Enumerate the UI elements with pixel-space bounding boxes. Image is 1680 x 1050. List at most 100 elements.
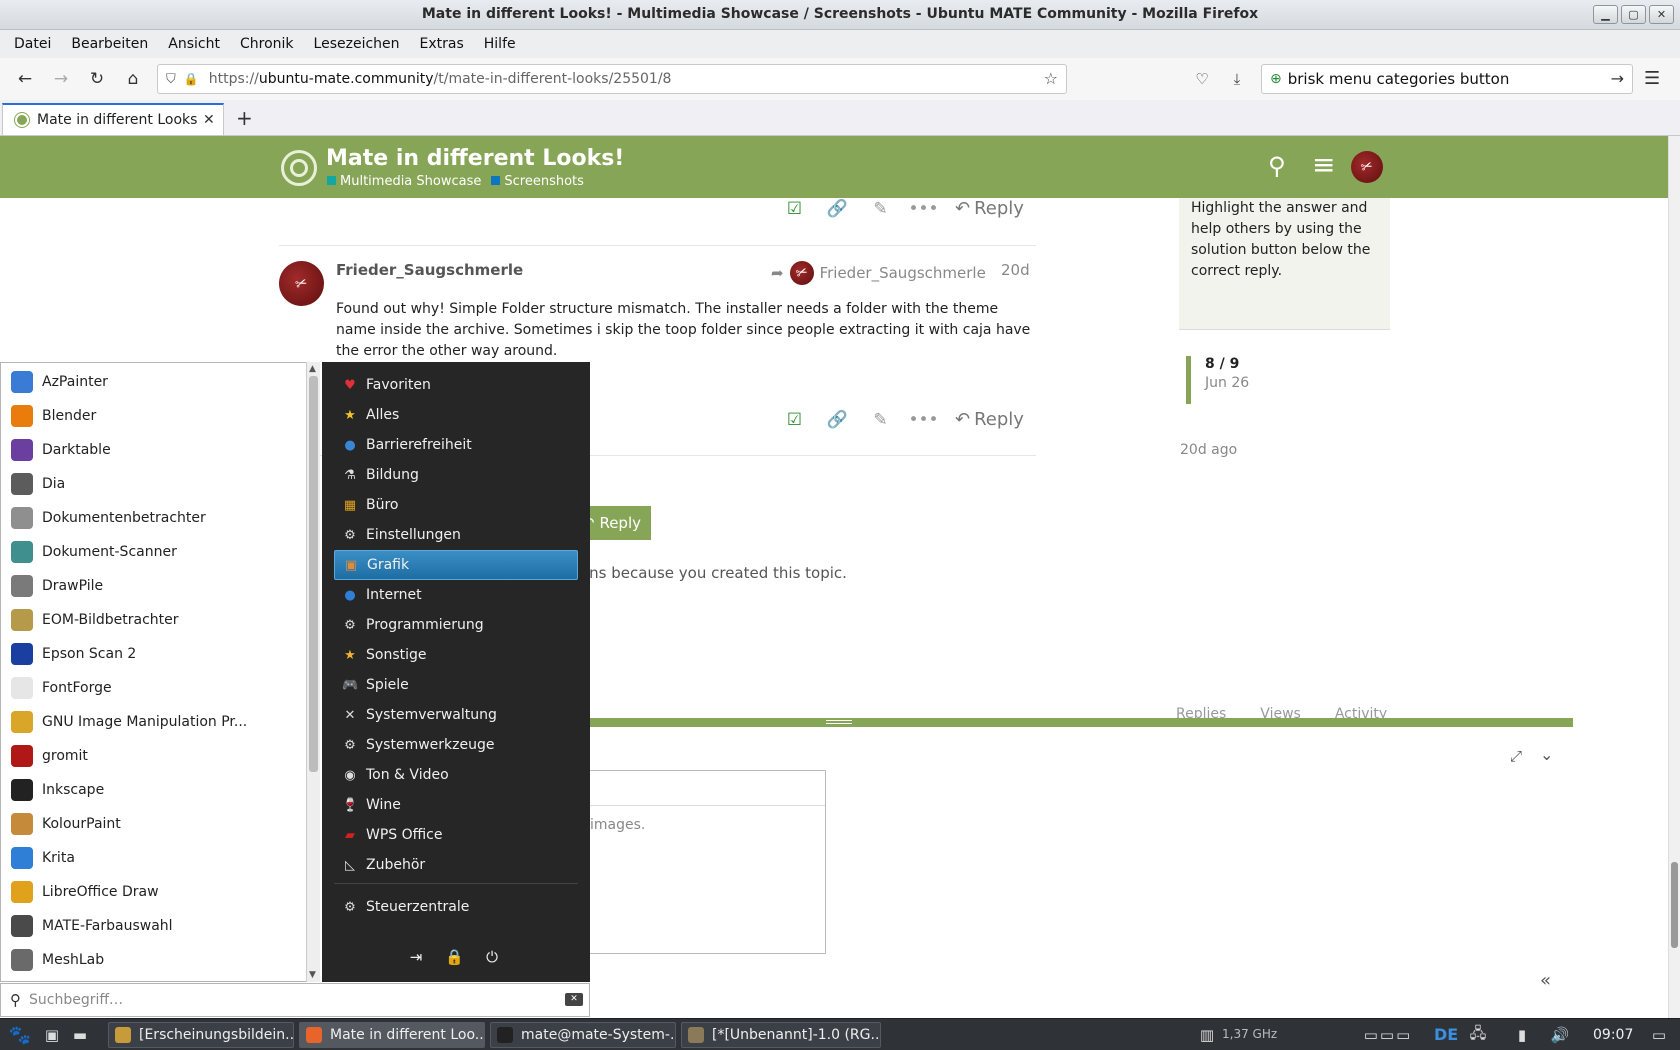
user-menu-icon[interactable]: ▭: [1648, 1025, 1670, 1045]
app-item[interactable]: DrawPile: [1, 569, 301, 603]
power-icon[interactable]: ⏻: [483, 948, 501, 966]
composer-editor[interactable]: images.: [580, 770, 826, 954]
app-item[interactable]: KolourPaint: [1, 807, 301, 841]
category-item[interactable]: ★ Sonstige: [334, 640, 578, 670]
solution-checkbox-icon[interactable]: ☑: [773, 199, 816, 219]
timeline-ago[interactable]: 20d ago: [1180, 442, 1237, 458]
scroll-up-icon[interactable]: ▲: [309, 364, 316, 374]
category-item[interactable]: ● Barrierefreiheit: [334, 430, 578, 460]
category-item[interactable]: ⚗ Bildung: [334, 460, 578, 490]
app-list-scrollbar[interactable]: ▲ ▼: [306, 362, 320, 982]
topic-timeline[interactable]: 8 / 9 Jun 26: [1186, 356, 1249, 404]
site-search-icon[interactable]: ⚲: [1268, 152, 1286, 180]
tab-mate-in-different-looks[interactable]: Mate in different Looks! ✕: [2, 103, 224, 135]
battery-icon[interactable]: ▮: [1510, 1025, 1534, 1045]
volume-icon[interactable]: 🔊: [1548, 1025, 1572, 1045]
app-item[interactable]: AzPainter: [1, 365, 301, 399]
more-actions-icon[interactable]: •••: [902, 410, 945, 430]
category-item[interactable]: ▦ Büro: [334, 490, 578, 520]
category-item[interactable]: ♥ Favoriten: [334, 370, 578, 400]
category-item[interactable]: 🍷 Wine: [334, 790, 578, 820]
page-scrollbar-thumb[interactable]: [1671, 862, 1678, 948]
app-item[interactable]: Epson Scan 2: [1, 637, 301, 671]
category-screenshots[interactable]: Screenshots: [491, 174, 584, 189]
category-item[interactable]: ◺ Zubehör: [334, 850, 578, 880]
page-scrollbar[interactable]: [1668, 136, 1680, 1018]
menu-hilfe[interactable]: Hilfe: [476, 36, 524, 52]
app-item[interactable]: EOM-Bildbetrachter: [1, 603, 301, 637]
app-item[interactable]: Dokument-Scanner: [1, 535, 301, 569]
menu-extras[interactable]: Extras: [412, 36, 472, 52]
reply-button[interactable]: ↶ Reply: [955, 409, 1024, 430]
category-item[interactable]: ⚙ Systemwerkzeuge: [334, 730, 578, 760]
lock-screen-icon[interactable]: 🔒: [445, 948, 464, 966]
reload-button[interactable]: ↻: [80, 64, 114, 94]
app-item[interactable]: MeshLab: [1, 943, 301, 977]
network-icon[interactable]: 🖧: [1466, 1024, 1490, 1045]
edit-pencil-icon[interactable]: ✎: [859, 410, 902, 430]
app-item[interactable]: Dokumentenbetrachter: [1, 501, 301, 535]
tab-close-icon[interactable]: ✕: [203, 112, 215, 128]
app-item[interactable]: Darktable: [1, 433, 301, 467]
home-button[interactable]: ⌂: [116, 64, 150, 94]
taskbar-button[interactable]: [*[Unbenannt]-1.0 (RG...: [681, 1022, 881, 1048]
solution-checkbox-icon[interactable]: ☑: [773, 410, 816, 430]
app-item[interactable]: gromit: [1, 739, 301, 773]
reply-button[interactable]: ↶ Reply: [955, 198, 1024, 219]
composer-resize-grip[interactable]: [826, 720, 852, 724]
close-window-button[interactable]: ✕: [1649, 5, 1674, 24]
composer-collapse-icon[interactable]: ⌄: [1540, 745, 1553, 764]
search-go-icon[interactable]: →: [1611, 69, 1624, 88]
scroll-down-icon[interactable]: ▼: [309, 970, 316, 980]
downloads-icon[interactable]: ⤓: [1223, 64, 1251, 94]
workspace-switcher-icon[interactable]: ▭▭▭: [1352, 1025, 1424, 1045]
lock-icon[interactable]: 🔒: [184, 72, 199, 86]
category-item[interactable]: ● Internet: [334, 580, 578, 610]
app-item[interactable]: LibreOffice Draw: [1, 875, 301, 909]
app-list-scrollbar-thumb[interactable]: [309, 376, 318, 772]
app-item[interactable]: Krita: [1, 841, 301, 875]
window-titlebar[interactable]: Mate in different Looks! - Multimedia Sh…: [0, 0, 1680, 30]
new-tab-icon[interactable]: +: [236, 106, 253, 130]
taskbar-button[interactable]: Mate in different Loo...: [299, 1022, 485, 1048]
app-item[interactable]: MATE-Farbauswahl: [1, 909, 301, 943]
site-menu-icon[interactable]: ≡: [1312, 148, 1335, 181]
menu-chronik[interactable]: Chronik: [232, 36, 302, 52]
reply-to-indicator[interactable]: ➦ Frieder_Saugschmerle: [771, 261, 986, 285]
clear-search-icon[interactable]: ✕: [565, 993, 583, 1006]
edit-pencil-icon[interactable]: ✎: [859, 199, 902, 219]
bookmark-star-icon[interactable]: ☆: [1044, 69, 1058, 88]
app-item[interactable]: GNU Image Manipulation Pr...: [1, 705, 301, 739]
window-list-icon[interactable]: ▬: [68, 1025, 92, 1045]
app-item[interactable]: Dia: [1, 467, 301, 501]
app-item[interactable]: Blender: [1, 399, 301, 433]
menu-lesezeichen[interactable]: Lesezeichen: [306, 36, 408, 52]
link-icon[interactable]: 🔗: [816, 410, 859, 430]
back-button[interactable]: ←: [8, 64, 42, 94]
post-date[interactable]: 20d: [1001, 261, 1030, 279]
url-bar[interactable]: ⛉ 🔒 https://ubuntu-mate.community/t/mate…: [157, 64, 1067, 94]
topic-title[interactable]: Mate in different Looks!: [326, 146, 624, 171]
link-icon[interactable]: 🔗: [816, 199, 859, 219]
tracking-protection-icon[interactable]: ⛉: [166, 72, 176, 87]
composer-hide-preview-icon[interactable]: «: [1540, 970, 1551, 991]
control-center-item[interactable]: ⚙ Steuerzentrale: [334, 892, 578, 922]
category-item[interactable]: ▰ WPS Office: [334, 820, 578, 850]
menu-bearbeiten[interactable]: Bearbeiten: [63, 36, 156, 52]
panel-clock[interactable]: 09:07: [1593, 1027, 1633, 1043]
keyboard-layout-indicator[interactable]: DE: [1434, 1025, 1458, 1044]
current-user-avatar[interactable]: [1351, 151, 1383, 183]
mate-menu-icon[interactable]: 🐾: [8, 1025, 32, 1046]
app-item[interactable]: Inkscape: [1, 773, 301, 807]
category-item[interactable]: 🎮 Spiele: [334, 670, 578, 700]
brisk-search-field[interactable]: ⚲ Suchbegriff… ✕: [0, 983, 590, 1017]
category-item[interactable]: ✕ Systemverwaltung: [334, 700, 578, 730]
post-author-avatar[interactable]: [279, 261, 324, 306]
minimize-button[interactable]: ▁: [1593, 5, 1618, 24]
pocket-icon[interactable]: ♡: [1188, 64, 1216, 94]
category-item[interactable]: ⚙ Programmierung: [334, 610, 578, 640]
category-item[interactable]: ⚙ Einstellungen: [334, 520, 578, 550]
more-actions-icon[interactable]: •••: [902, 199, 945, 219]
logout-icon[interactable]: ⇥: [407, 948, 425, 966]
category-item[interactable]: ★ Alles: [334, 400, 578, 430]
